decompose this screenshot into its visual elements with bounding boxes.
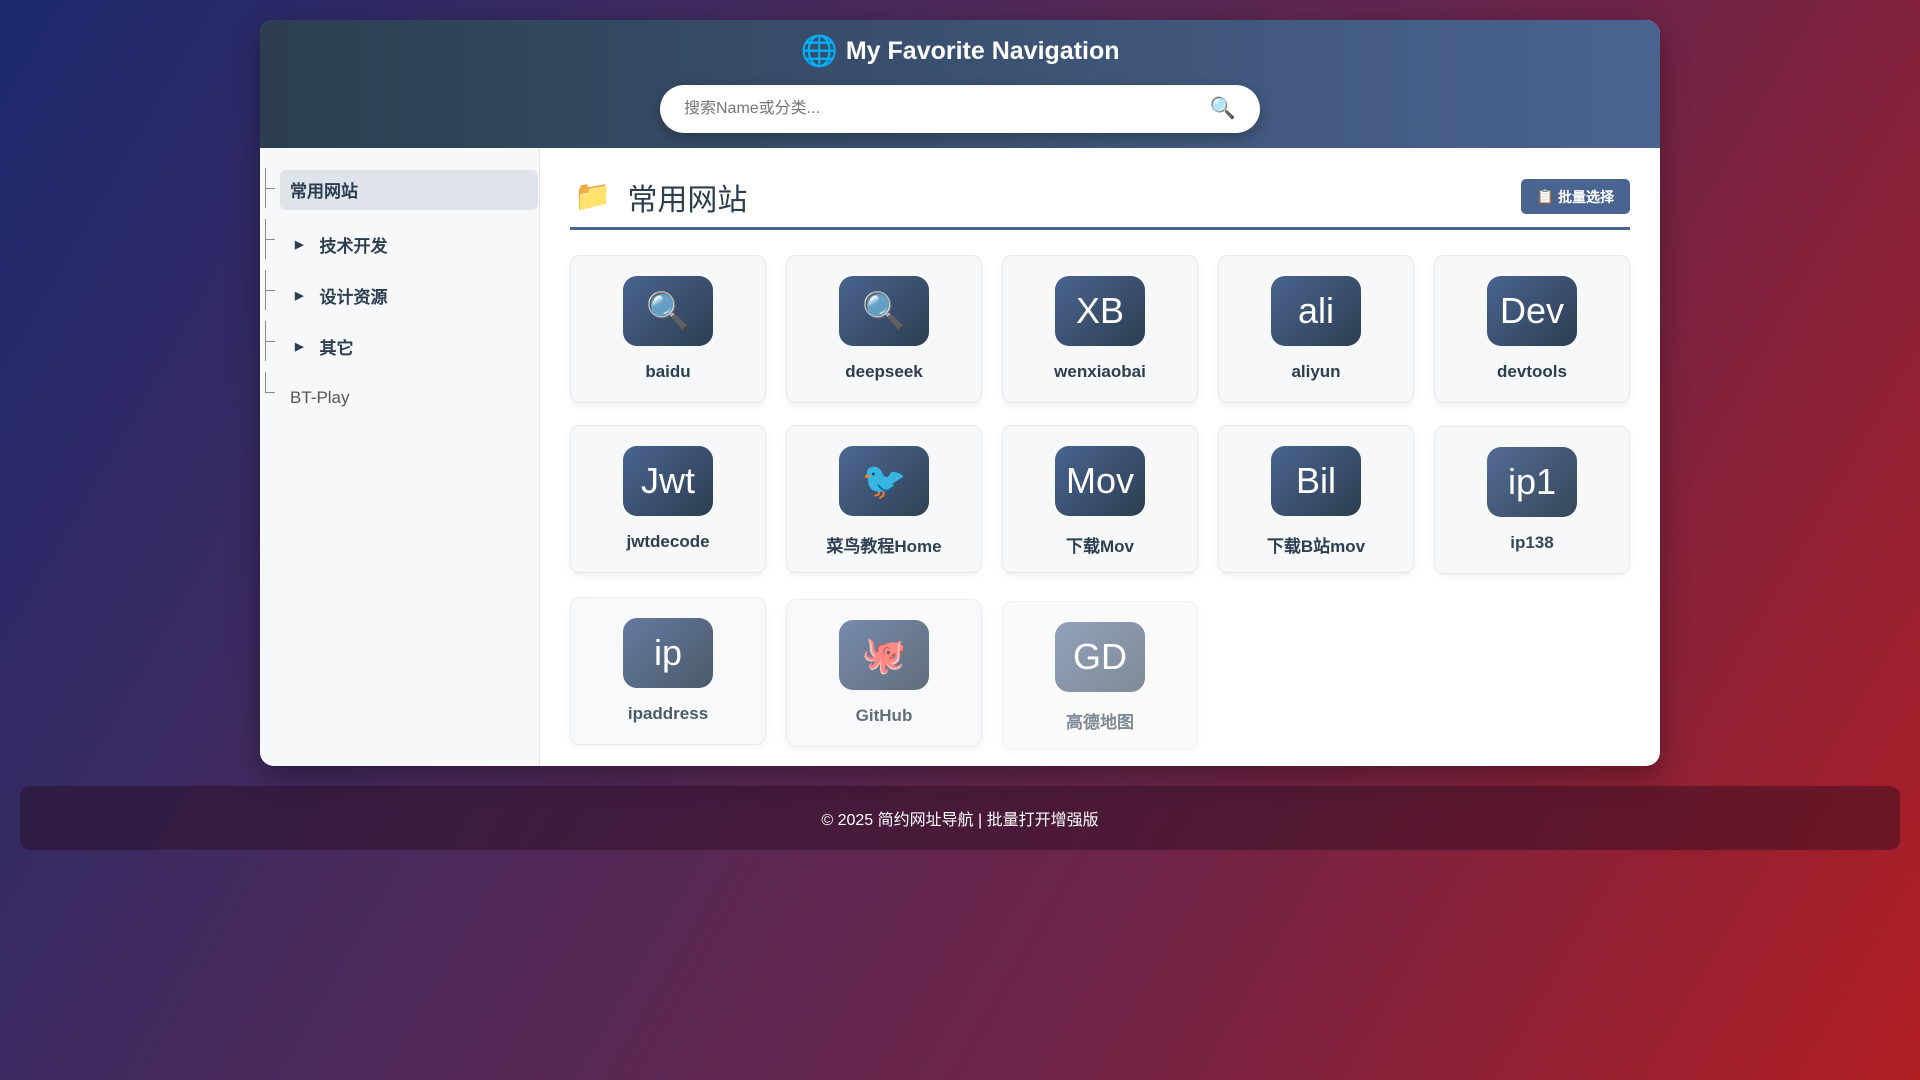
folder-icon: 📁 bbox=[574, 180, 612, 213]
site-name: aliyun bbox=[1291, 362, 1341, 381]
sidebar-item-bt-play[interactable]: BT-Play bbox=[280, 378, 350, 418]
search-box: 🔍 bbox=[660, 85, 1260, 133]
site-icon: Jwt bbox=[623, 446, 713, 516]
site-card[interactable]: Dev devtools bbox=[1434, 255, 1630, 403]
section-title-text: 常用网站 bbox=[627, 183, 748, 217]
site-name: 下载B站mov bbox=[1266, 537, 1366, 556]
site-card[interactable]: 🐦 菜鸟教程Home bbox=[786, 425, 982, 573]
batch-label: 批量选择 bbox=[1558, 188, 1614, 205]
site-icon: 🐙 bbox=[839, 620, 929, 690]
globe-icon: 🌐 bbox=[800, 35, 838, 68]
title-text: My Favorite Navigation bbox=[845, 37, 1120, 65]
site-icon: Mov bbox=[1055, 446, 1145, 516]
app-window: 🌐 My Favorite Navigation 🔍 常用网站 ▶ 技术开发 ▶ 设… bbox=[260, 20, 1660, 766]
expand-arrow-icon[interactable]: ▶ bbox=[295, 289, 303, 302]
site-name: devtools bbox=[1497, 362, 1567, 381]
site-icon: Bil bbox=[1271, 446, 1361, 516]
footer: © 2025 简约网址导航 | 批量打开增强版 bbox=[20, 786, 1900, 850]
sidebar-item-label: 常用网站 bbox=[290, 182, 358, 201]
site-icon: XB bbox=[1055, 276, 1145, 346]
sidebar-item-label: 其它 bbox=[319, 339, 354, 358]
site-name: 菜鸟教程Home bbox=[826, 537, 942, 556]
sidebar-item-label: 设计资源 bbox=[319, 288, 388, 307]
site-name: jwtdecode bbox=[626, 532, 710, 551]
clipboard-icon: 📋 bbox=[1536, 188, 1554, 204]
site-icon: ip bbox=[623, 618, 713, 688]
site-icon: ali bbox=[1271, 276, 1361, 346]
sidebar-item-tech[interactable]: ▶ 技术开发 bbox=[280, 225, 387, 265]
site-card[interactable]: 🔍 deepseek bbox=[786, 255, 982, 403]
page-title: 🌐 My Favorite Navigation bbox=[800, 34, 1119, 69]
sidebar-item-label: BT-Play bbox=[290, 387, 350, 407]
sidebar-item-other[interactable]: ▶ 其它 bbox=[280, 327, 353, 367]
site-card[interactable]: ip1 ip138 bbox=[1434, 426, 1630, 574]
site-icon: ip1 bbox=[1487, 447, 1577, 517]
site-card[interactable]: XB wenxiaobai bbox=[1002, 255, 1198, 403]
site-name: deepseek bbox=[845, 362, 923, 381]
sidebar-item-common[interactable]: 常用网站 bbox=[280, 169, 538, 210]
site-name: 下载Mov bbox=[1066, 537, 1134, 556]
expand-arrow-icon[interactable]: ▶ bbox=[295, 238, 303, 251]
site-icon: 🐦 bbox=[839, 446, 929, 516]
site-card[interactable]: 🐙 GitHub bbox=[786, 599, 982, 747]
site-grid: 🔍 baidu 🔍 deepseek XB wenxiaobai ali aliyun Dev d… bbox=[570, 255, 1630, 749]
sidebar-item-label: 技术开发 bbox=[319, 237, 388, 256]
site-card[interactable]: ali aliyun bbox=[1218, 255, 1414, 403]
site-card[interactable]: GD 高德地图 bbox=[1002, 601, 1198, 749]
site-card[interactable]: Bil 下载B站mov bbox=[1218, 425, 1414, 573]
footer-text: © 2025 简约网址导航 | 批量打开增强版 bbox=[821, 812, 1099, 829]
site-icon: Dev bbox=[1487, 276, 1577, 346]
site-card[interactable]: ip ipaddress bbox=[570, 597, 766, 745]
site-name: baidu bbox=[645, 362, 691, 381]
site-name: 高德地图 bbox=[1066, 713, 1134, 732]
search-icon[interactable]: 🔍 bbox=[1210, 97, 1236, 121]
sidebar-item-design[interactable]: ▶ 设计资源 bbox=[280, 276, 387, 316]
header: 🌐 My Favorite Navigation 🔍 bbox=[260, 20, 1660, 148]
sidebar: 常用网站 ▶ 技术开发 ▶ 设计资源 ▶ 其它 BT-Play bbox=[260, 148, 540, 766]
site-card[interactable]: Mov 下载Mov bbox=[1002, 425, 1198, 573]
site-name: wenxiaobai bbox=[1054, 362, 1146, 381]
main-content: 📁 常用网站 📋 批量选择 🔍 baidu 🔍 deepseek XB wenxiaobai… bbox=[540, 148, 1660, 766]
expand-arrow-icon[interactable]: ▶ bbox=[295, 340, 303, 353]
site-icon: GD bbox=[1055, 622, 1145, 692]
site-icon: 🔍 bbox=[623, 276, 713, 346]
site-name: ip138 bbox=[1510, 533, 1554, 552]
site-name: GitHub bbox=[855, 706, 913, 725]
section-title: 📁 常用网站 bbox=[570, 175, 747, 219]
site-card[interactable]: Jwt jwtdecode bbox=[570, 425, 766, 573]
site-name: ipaddress bbox=[627, 704, 709, 723]
search-input[interactable] bbox=[684, 100, 1210, 118]
batch-select-button[interactable]: 📋 批量选择 bbox=[1520, 179, 1630, 214]
site-card[interactable]: 🔍 baidu bbox=[570, 255, 766, 403]
site-icon: 🔍 bbox=[839, 276, 929, 346]
